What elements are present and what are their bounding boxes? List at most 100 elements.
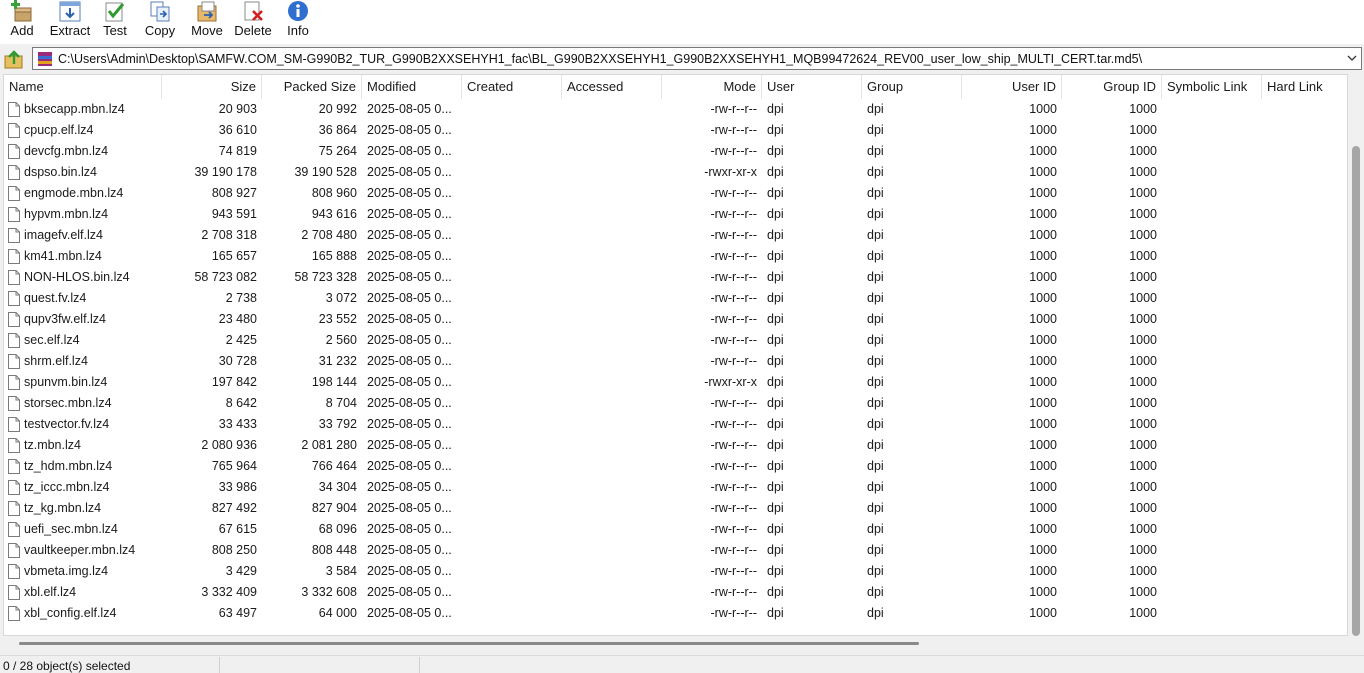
test-button[interactable]: Test [101, 0, 129, 42]
cell-modified: 2025-08-05 0... [367, 312, 452, 326]
cell-name: storsec.mbn.lz4 [4, 393, 162, 414]
cell-accessed [562, 120, 662, 141]
file-icon [8, 543, 20, 561]
cell-packed-size: 34 304 [318, 480, 357, 494]
column-header-modified[interactable]: Modified [362, 75, 462, 99]
table-row[interactable]: spunvm.bin.lz4 197 842 198 144 2025-08-05 0… [4, 372, 1347, 393]
column-header-group-id[interactable]: Group ID [1062, 75, 1162, 99]
table-row[interactable]: imagefv.elf.lz4 2 708 318 2 708 480 2025-08… [4, 225, 1347, 246]
table-row[interactable]: devcfg.mbn.lz4 74 819 75 264 2025-08-05 0..… [4, 141, 1347, 162]
column-header-user-id[interactable]: User ID [962, 75, 1062, 99]
cell-name: tz_hdm.mbn.lz4 [4, 456, 162, 477]
cell-size: 30 728 [218, 354, 257, 368]
cell-name: vbmeta.img.lz4 [4, 561, 162, 582]
cell-size: 63 497 [218, 606, 257, 620]
cell-user-id: 1000 [1029, 606, 1057, 620]
table-row[interactable]: quest.fv.lz4 2 738 3 072 2025-08-05 0... -rw… [4, 288, 1347, 309]
cell-created [462, 519, 562, 540]
cell-hard-link [1262, 267, 1347, 288]
add-button[interactable]: Add [6, 0, 38, 42]
file-list: Name Size Packed Size Modified Created Access… [3, 74, 1348, 636]
vertical-scroll-thumb[interactable] [1352, 146, 1360, 636]
file-name: uefi_sec.mbn.lz4 [24, 522, 118, 536]
cell-symbolic-link [1162, 540, 1262, 561]
copy-button[interactable]: Copy [144, 0, 176, 42]
cell-group-id: 1000 [1129, 564, 1157, 578]
cell-symbolic-link [1162, 603, 1262, 624]
cell-modified: 2025-08-05 0... [367, 123, 452, 137]
table-row[interactable]: testvector.fv.lz4 33 433 33 792 2025-08-05 … [4, 414, 1347, 435]
column-header-symbolic-link[interactable]: Symbolic Link [1162, 75, 1262, 99]
file-name: vbmeta.img.lz4 [24, 564, 109, 578]
table-row[interactable]: bksecapp.mbn.lz4 20 903 20 992 2025-08-05 0… [4, 99, 1347, 120]
cell-hard-link [1262, 414, 1347, 435]
cell-accessed [562, 372, 662, 393]
path-input[interactable]: C:\Users\Admin\Desktop\SAMFW.COM_SM-G990… [32, 47, 1362, 70]
column-header-size[interactable]: Size [162, 75, 262, 99]
cell-group: dpi [867, 396, 884, 410]
table-row[interactable]: tz_iccc.mbn.lz4 33 986 34 304 2025-08-05 0.… [4, 477, 1347, 498]
column-header-accessed[interactable]: Accessed [562, 75, 662, 99]
cell-mode: -rw-r--r-- [710, 438, 758, 452]
table-row[interactable]: hypvm.mbn.lz4 943 591 943 616 2025-08-05 0.… [4, 204, 1347, 225]
column-header-packed-size[interactable]: Packed Size [262, 75, 362, 99]
table-row[interactable]: vaultkeeper.mbn.lz4 808 250 808 448 2025-08… [4, 540, 1347, 561]
file-icon [8, 585, 20, 603]
table-row[interactable]: storsec.mbn.lz4 8 642 8 704 2025-08-05 0...… [4, 393, 1347, 414]
table-row[interactable]: shrm.elf.lz4 30 728 31 232 2025-08-05 0... -… [4, 351, 1347, 372]
horizontal-scroll-thumb[interactable] [19, 642, 919, 645]
table-row[interactable]: tz_kg.mbn.lz4 827 492 827 904 2025-08-05 0.… [4, 498, 1347, 519]
table-row[interactable]: tz_hdm.mbn.lz4 765 964 766 464 2025-08-05 0… [4, 456, 1347, 477]
cell-user: dpi [767, 564, 784, 578]
column-header-name[interactable]: Name [4, 75, 162, 99]
column-header-hard-link[interactable]: Hard Link [1262, 75, 1347, 99]
delete-button[interactable]: Delete [233, 0, 273, 42]
cell-modified: 2025-08-05 0... [367, 165, 452, 179]
column-header-created[interactable]: Created [462, 75, 562, 99]
vertical-scrollbar[interactable] [1349, 74, 1364, 636]
up-folder-button[interactable] [3, 49, 25, 71]
table-row[interactable]: engmode.mbn.lz4 808 927 808 960 2025-08-05 … [4, 183, 1347, 204]
cell-size: 74 819 [218, 144, 257, 158]
cell-group-id: 1000 [1129, 375, 1157, 389]
cell-user: dpi [767, 459, 784, 473]
table-row[interactable]: dspso.bin.lz4 39 190 178 39 190 528 2025-08… [4, 162, 1347, 183]
column-header-group[interactable]: Group [862, 75, 962, 99]
table-row[interactable]: cpucp.elf.lz4 36 610 36 864 2025-08-05 0...… [4, 120, 1347, 141]
cell-hard-link [1262, 393, 1347, 414]
cell-size: 827 492 [211, 501, 257, 515]
cell-created [462, 267, 562, 288]
horizontal-scrollbar[interactable] [3, 636, 1348, 650]
table-row[interactable]: uefi_sec.mbn.lz4 67 615 68 096 2025-08-05 0… [4, 519, 1347, 540]
info-button[interactable]: Info [284, 0, 312, 42]
extract-label: Extract [49, 23, 91, 38]
move-button[interactable]: Move [189, 0, 225, 42]
file-icon [8, 480, 20, 498]
table-row[interactable]: qupv3fw.elf.lz4 23 480 23 552 2025-08-05 0.… [4, 309, 1347, 330]
table-row[interactable]: sec.elf.lz4 2 425 2 560 2025-08-05 0... -rw-… [4, 330, 1347, 351]
chevron-down-icon[interactable] [1347, 54, 1357, 62]
cell-created [462, 204, 562, 225]
table-row[interactable]: NON-HLOS.bin.lz4 58 723 082 58 723 328 2025… [4, 267, 1347, 288]
table-row[interactable]: km41.mbn.lz4 165 657 165 888 2025-08-05 0..… [4, 246, 1347, 267]
table-row[interactable]: xbl.elf.lz4 3 332 409 3 332 608 2025-08-05 … [4, 582, 1347, 603]
column-header-mode[interactable]: Mode [662, 75, 762, 99]
cell-user-id: 1000 [1029, 396, 1057, 410]
cell-name: km41.mbn.lz4 [4, 246, 162, 267]
add-label: Add [10, 23, 34, 38]
table-row[interactable]: vbmeta.img.lz4 3 429 3 584 2025-08-05 0... -… [4, 561, 1347, 582]
cell-modified: 2025-08-05 0... [367, 333, 452, 347]
cell-group: dpi [867, 102, 884, 116]
table-row[interactable]: xbl_config.elf.lz4 63 497 64 000 2025-08-05… [4, 603, 1347, 624]
table-row[interactable]: tz.mbn.lz4 2 080 936 2 081 280 2025-08-05 0… [4, 435, 1347, 456]
archive-icon [38, 52, 52, 66]
cell-accessed [562, 414, 662, 435]
file-icon [8, 396, 20, 414]
column-header-user[interactable]: User [762, 75, 862, 99]
cell-size: 3 332 409 [201, 585, 257, 599]
cell-group-id: 1000 [1129, 438, 1157, 452]
cell-packed-size: 8 704 [325, 396, 357, 410]
cell-user-id: 1000 [1029, 228, 1057, 242]
file-icon [8, 102, 20, 120]
extract-button[interactable]: Extract [48, 0, 92, 42]
